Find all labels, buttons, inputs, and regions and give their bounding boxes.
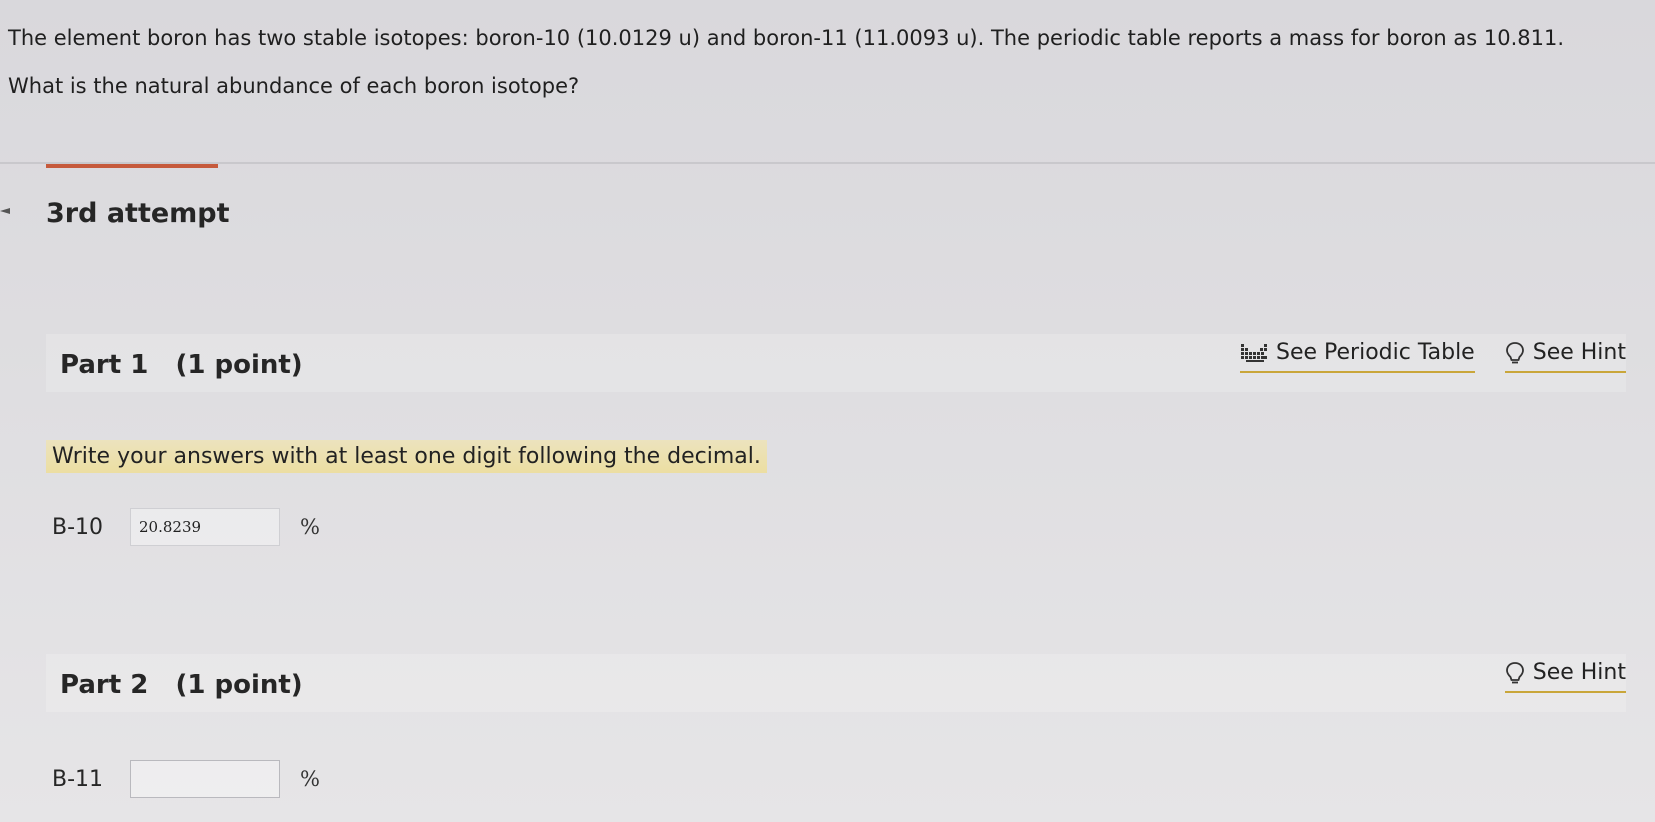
part-1-tools: See Periodic Table See Hint [1240, 340, 1626, 373]
b11-label: B-11 [52, 766, 104, 792]
see-hint-link-part-2[interactable]: See Hint [1504, 660, 1626, 693]
b10-label: B-10 [52, 514, 104, 540]
part-2-header: Part 2 (1 point) See Hint [46, 654, 1626, 712]
lightbulb-icon [1505, 341, 1525, 365]
part-2-title: Part 2 (1 point) [60, 670, 303, 700]
see-hint-link-part-1[interactable]: See Hint [1504, 340, 1626, 373]
b11-unit: % [300, 767, 320, 791]
b10-answer-row: B-10 % [52, 508, 320, 546]
collapse-arrow-icon [0, 208, 10, 214]
attempt-title: 3rd attempt [46, 198, 230, 229]
question-line-1: The element boron has two stable isotope… [8, 26, 1565, 50]
lightbulb-icon [1505, 661, 1525, 685]
b10-input[interactable] [130, 508, 280, 546]
b11-answer-row: B-11 % [52, 760, 320, 798]
divider-accent [46, 164, 218, 168]
see-hint-label: See Hint [1532, 660, 1626, 685]
question-text: The element boron has two stable isotope… [8, 14, 1648, 110]
periodic-table-icon [1240, 342, 1268, 364]
b10-unit: % [300, 515, 320, 539]
see-periodic-table-label: See Periodic Table [1276, 340, 1475, 365]
part-2-tools: See Hint [1504, 660, 1626, 693]
b11-input[interactable] [130, 760, 280, 798]
part-1-header: Part 1 (1 point) See Periodic Table See … [46, 334, 1626, 392]
instruction-text: Write your answers with at least one dig… [46, 440, 767, 473]
see-hint-label: See Hint [1532, 340, 1626, 365]
see-periodic-table-link[interactable]: See Periodic Table [1240, 340, 1475, 373]
section-divider [0, 162, 1655, 164]
question-line-2: What is the natural abundance of each bo… [8, 74, 580, 98]
part-1-title: Part 1 (1 point) [60, 350, 303, 380]
